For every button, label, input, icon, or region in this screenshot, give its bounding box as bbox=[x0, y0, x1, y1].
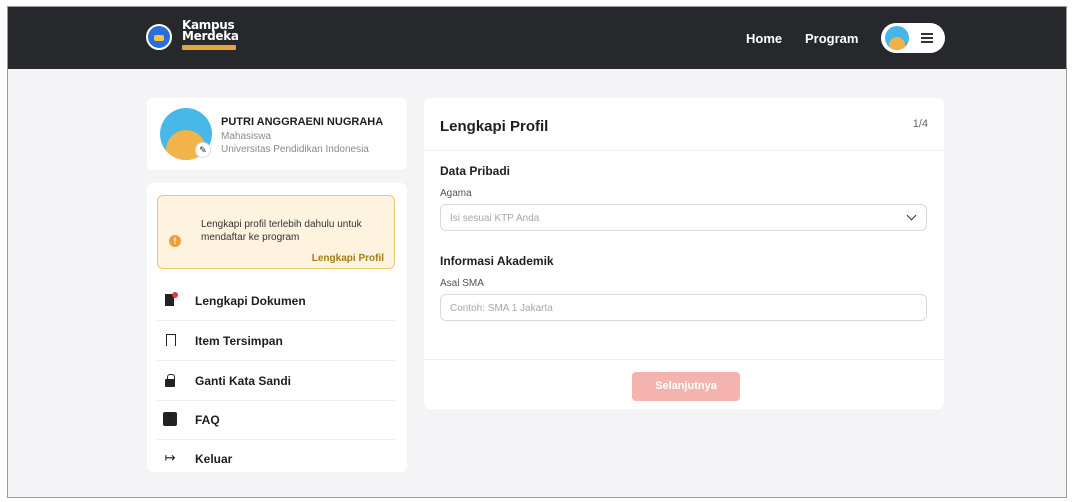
top-navbar: Kampus Merdeka Home Program bbox=[8, 7, 1066, 69]
question-icon: ? bbox=[163, 412, 177, 426]
browser-viewport: Kampus Merdeka Home Program ✎ PUTRI ANGG… bbox=[7, 6, 1067, 498]
page-title: Lengkapi Profil bbox=[440, 118, 549, 135]
religion-placeholder: Isi sesuai KTP Anda bbox=[450, 213, 540, 224]
sidebar-item-label: FAQ bbox=[195, 413, 220, 427]
sidebar-item-label: Ganti Kata Sandi bbox=[195, 374, 292, 388]
religion-select[interactable]: Isi sesuai KTP Anda bbox=[440, 204, 927, 231]
profile-university: Universitas Pendidikan Indonesia bbox=[221, 144, 369, 155]
chevron-down-icon bbox=[906, 210, 917, 221]
info-icon: ! bbox=[169, 235, 181, 247]
alert-message: Lengkapi profil terlebih dahulu untuk me… bbox=[201, 219, 362, 243]
complete-profile-form: Lengkapi Profil 1/4 Data Pribadi Agama I… bbox=[424, 98, 944, 409]
profile-name: PUTRI ANGGRAENI NUGRAHA bbox=[221, 116, 384, 128]
hamburger-icon bbox=[921, 33, 933, 43]
profile-role: Mahasiswa bbox=[221, 131, 272, 142]
religion-label: Agama bbox=[440, 188, 472, 199]
avatar bbox=[885, 26, 909, 50]
sidebar-item-faq[interactable]: ? FAQ bbox=[157, 401, 395, 440]
logout-icon: ↦ bbox=[164, 450, 176, 465]
form-footer: Selanjutnya bbox=[424, 359, 944, 409]
complete-profile-link[interactable]: Lengkapi Profil bbox=[312, 253, 384, 264]
kemendikbud-logo-icon[interactable] bbox=[146, 24, 172, 50]
pencil-edit-icon[interactable]: ✎ bbox=[195, 142, 211, 158]
sidebar-item-item-tersimpan[interactable]: Item Tersimpan bbox=[157, 322, 395, 361]
profile-card: ✎ PUTRI ANGGRAENI NUGRAHA Mahasiswa Univ… bbox=[147, 98, 407, 170]
sidebar-item-label: Lengkapi Dokumen bbox=[195, 294, 306, 308]
sidebar-menu: ! Lengkapi profil terlebih dahulu untuk … bbox=[147, 183, 407, 472]
section-title-academic: Informasi Akademik bbox=[440, 254, 554, 268]
lock-icon bbox=[163, 373, 177, 387]
document-icon bbox=[163, 292, 178, 307]
sidebar-item-ganti-kata-sandi[interactable]: Ganti Kata Sandi bbox=[157, 362, 395, 401]
step-indicator: 1/4 bbox=[912, 118, 928, 130]
next-button[interactable]: Selanjutnya bbox=[632, 372, 740, 401]
kampus-merdeka-logo[interactable]: Kampus Merdeka bbox=[182, 19, 239, 43]
school-label: Asal SMA bbox=[440, 278, 484, 289]
user-menu-button[interactable] bbox=[881, 23, 945, 53]
sidebar-item-label: Keluar bbox=[195, 452, 233, 466]
school-placeholder: Contoh: SMA 1 Jakarta bbox=[450, 303, 553, 314]
nav-home-link[interactable]: Home bbox=[746, 31, 782, 46]
sidebar-item-keluar[interactable]: ↦ Keluar bbox=[157, 440, 395, 479]
bookmark-icon bbox=[163, 333, 177, 347]
sidebar-item-label: Item Tersimpan bbox=[195, 334, 283, 348]
school-input[interactable]: Contoh: SMA 1 Jakarta bbox=[440, 294, 927, 321]
logo-line-2: Merdeka bbox=[182, 29, 239, 43]
form-header: Lengkapi Profil 1/4 bbox=[424, 98, 944, 151]
logo-ribbon bbox=[182, 45, 236, 50]
sidebar-item-lengkapi-dokumen[interactable]: Lengkapi Dokumen bbox=[157, 282, 395, 321]
nav-program-link[interactable]: Program bbox=[805, 31, 858, 46]
complete-profile-alert: ! Lengkapi profil terlebih dahulu untuk … bbox=[157, 195, 395, 269]
section-title-personal: Data Pribadi bbox=[440, 164, 511, 178]
